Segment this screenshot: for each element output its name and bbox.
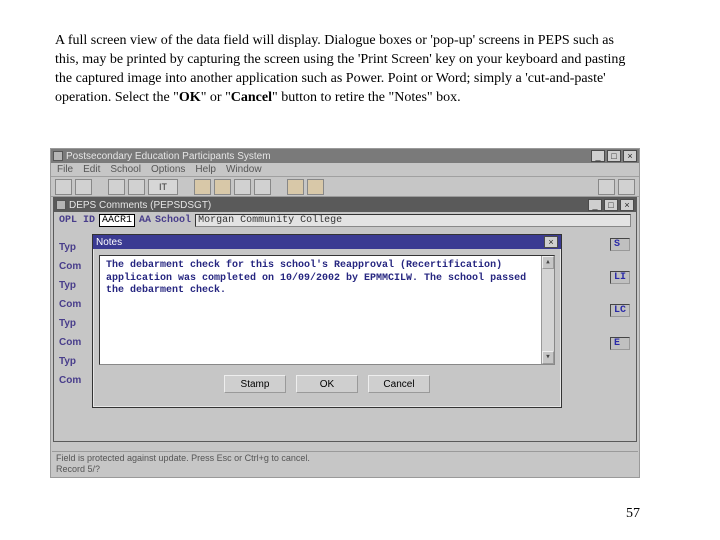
aa-label: AA [139, 215, 151, 226]
toolbar-btn-2[interactable] [75, 179, 92, 195]
toolbar-btn-right-1[interactable] [598, 179, 615, 195]
comments-title-text: DEPS Comments (PEPSDSGT) [69, 200, 585, 211]
toolbar-group-it[interactable]: IT [148, 179, 178, 195]
notes-text: The debarment check for this school's Re… [106, 260, 526, 296]
toolbar-btn-8[interactable] [254, 179, 271, 195]
toolbar-btn-3[interactable] [108, 179, 125, 195]
label-typ-2: Typ [59, 276, 81, 295]
menu-window[interactable]: Window [226, 164, 262, 175]
menu-file[interactable]: File [57, 164, 73, 175]
scroll-down-icon[interactable]: ▾ [542, 351, 554, 364]
app-icon [53, 151, 63, 161]
toolbar-btn-9[interactable] [287, 179, 304, 195]
inner-minimize-button[interactable]: _ [588, 199, 602, 211]
main-titlebar: Postsecondary Education Participants Sys… [51, 149, 639, 163]
label-typ-3: Typ [59, 314, 81, 333]
school-value: Morgan Community College [195, 214, 631, 227]
status-bar: Field is protected against update. Press… [52, 451, 638, 476]
school-label: School [155, 215, 191, 226]
label-com-1: Com [59, 257, 81, 276]
inner-maximize-button[interactable]: □ [604, 199, 618, 211]
close-button[interactable]: × [623, 150, 637, 162]
type-codes: S LI LC E [610, 238, 630, 350]
toolbar-btn-1[interactable] [55, 179, 72, 195]
label-typ-4: Typ [59, 352, 81, 371]
page-number: 57 [626, 506, 640, 522]
comments-window: DEPS Comments (PEPSDSGT) _ □ × OPL ID AA… [53, 197, 637, 442]
code-1: S [610, 238, 630, 251]
maximize-button[interactable]: □ [607, 150, 621, 162]
comments-titlebar: DEPS Comments (PEPSDSGT) _ □ × [54, 198, 636, 212]
notes-dialog: Notes × The debarment check for this sch… [92, 234, 562, 408]
label-com-2: Com [59, 295, 81, 314]
code-3: LC [610, 304, 630, 317]
toolbar-btn-5[interactable] [194, 179, 211, 195]
menu-options[interactable]: Options [151, 164, 185, 175]
menu-help[interactable]: Help [195, 164, 216, 175]
status-line-1: Field is protected against update. Press… [56, 453, 634, 464]
ok-button[interactable]: OK [296, 375, 358, 393]
notes-title-text: Notes [96, 237, 544, 248]
stamp-button[interactable]: Stamp [224, 375, 286, 393]
doc-icon [56, 200, 66, 210]
inner-close-button[interactable]: × [620, 199, 634, 211]
main-title-text: Postsecondary Education Participants Sys… [66, 151, 588, 162]
code-2: LI [610, 271, 630, 284]
slide-caption: A full screen view of the data field wil… [55, 32, 630, 108]
toolbar-btn-7[interactable] [234, 179, 251, 195]
minimize-button[interactable]: _ [591, 150, 605, 162]
notes-titlebar: Notes × [93, 235, 561, 249]
notes-close-button[interactable]: × [544, 236, 558, 248]
toolbar-btn-6[interactable] [214, 179, 231, 195]
label-com-4: Com [59, 371, 81, 390]
code-4: E [610, 337, 630, 350]
status-line-2: Record 5/? [56, 464, 634, 475]
label-com-3: Com [59, 333, 81, 352]
cancel-button[interactable]: Cancel [368, 375, 430, 393]
opl-id-value[interactable]: AACR1 [99, 214, 135, 227]
notes-textarea[interactable]: The debarment check for this school's Re… [99, 255, 555, 365]
label-typ-1: Typ [59, 238, 81, 257]
toolbar-btn-4[interactable] [128, 179, 145, 195]
scroll-up-icon[interactable]: ▴ [542, 256, 554, 269]
row-labels: Typ Com Typ Com Typ Com Typ Com [59, 238, 81, 390]
menubar: File Edit School Options Help Window [51, 163, 639, 177]
menu-edit[interactable]: Edit [83, 164, 100, 175]
notes-scrollbar[interactable]: ▴ ▾ [541, 256, 554, 364]
toolbar-btn-10[interactable] [307, 179, 324, 195]
menu-school[interactable]: School [110, 164, 141, 175]
toolbar: IT [51, 177, 639, 197]
opl-id-label: OPL ID [59, 215, 95, 226]
toolbar-btn-right-2[interactable] [618, 179, 635, 195]
peps-app-window: Postsecondary Education Participants Sys… [50, 148, 640, 478]
